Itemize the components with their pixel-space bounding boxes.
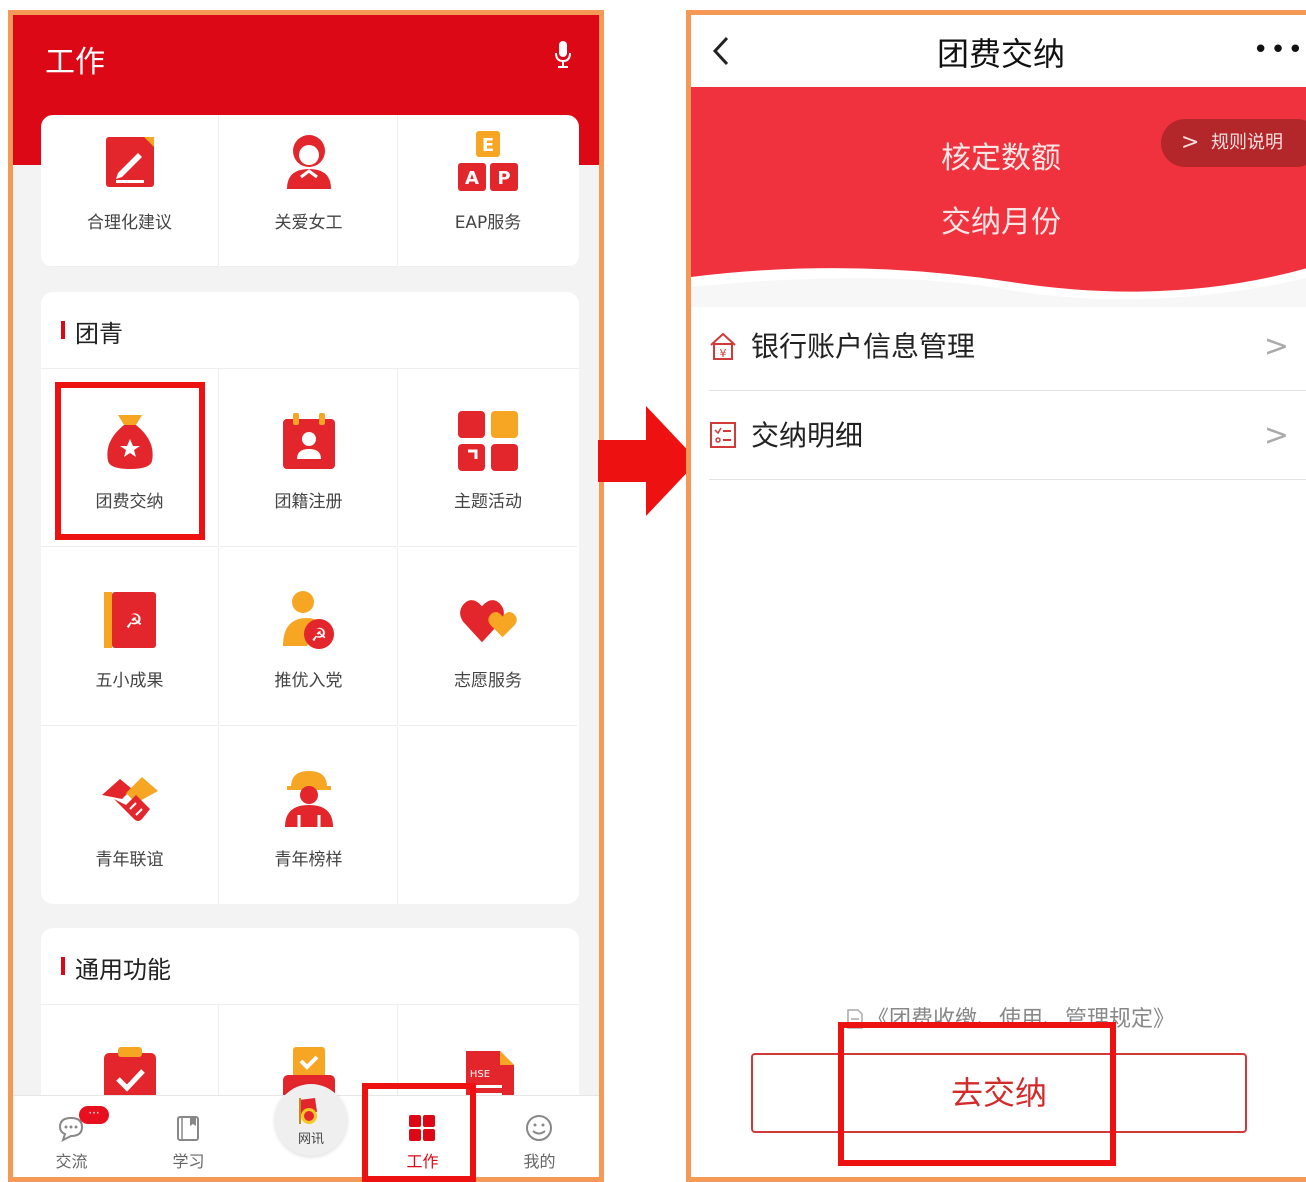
hse-text: HSE xyxy=(470,1069,490,1080)
eap-letter-a: A xyxy=(465,168,479,189)
list-icon xyxy=(710,422,736,448)
grid-item-label: 青年联谊 xyxy=(95,850,164,870)
bank-home-icon: ¥ xyxy=(710,332,736,360)
row-label: 银行账户信息管理 xyxy=(751,330,976,363)
party-person-icon: ☭ xyxy=(283,591,334,649)
payment-details-row[interactable]: 交纳明细 > xyxy=(709,392,1306,480)
more-options-icon[interactable]: ••• xyxy=(1253,35,1305,65)
section-title: 团青 xyxy=(61,314,123,349)
grid-item-volunteer[interactable]: 志愿服务 xyxy=(399,548,577,726)
left-phone-screen: 工作 合理化建议 关爱女工 E A P EAP服务 团青 团费交纳 团籍注册 主… xyxy=(8,10,604,1182)
grid-item-party-recommend[interactable]: ☭ 推优入党 xyxy=(220,548,398,726)
theme-grid-icon xyxy=(458,411,518,471)
grid-item-label: EAP服务 xyxy=(454,213,522,233)
grid-item-five-small[interactable]: ☭ 五小成果 xyxy=(41,548,219,726)
grid-item-youth-model[interactable]: 青年榜样 xyxy=(220,727,398,904)
eap-letter-e: E xyxy=(482,135,494,156)
grid-item-label: 主题活动 xyxy=(454,492,522,512)
highlight-work-tab xyxy=(362,1083,476,1182)
smile-icon xyxy=(526,1115,552,1141)
league-badge-icon xyxy=(299,1098,317,1124)
heart-icon xyxy=(460,600,517,643)
grid-item-label: 合理化建议 xyxy=(87,213,172,233)
woman-worker-icon xyxy=(287,135,331,189)
quick-services-card: 合理化建议 关爱女工 E A P EAP服务 xyxy=(41,115,579,267)
grid-item-label: 青年榜样 xyxy=(274,850,343,870)
grid-item-label: 关爱女工 xyxy=(274,213,343,233)
payment-month-label: 交纳月份 xyxy=(941,205,1061,240)
chevron-right-icon: > xyxy=(1263,418,1289,453)
bank-account-row[interactable]: ¥ 银行账户信息管理 > xyxy=(709,303,1306,391)
tab-label: 我的 xyxy=(523,1152,556,1171)
eap-icon: E A P xyxy=(458,131,518,191)
helmet-worker-icon xyxy=(285,771,333,827)
chevron-right-icon: > xyxy=(1181,130,1200,155)
eap-letter-p: P xyxy=(497,168,510,189)
page-title: 工作 xyxy=(45,45,105,80)
grid-item-label: 推优入党 xyxy=(274,671,343,691)
grid-item-suggestion[interactable]: 合理化建议 xyxy=(41,115,219,267)
tab-mine[interactable]: 我的 xyxy=(481,1096,598,1177)
rules-button[interactable]: > 规则说明 xyxy=(1161,119,1306,167)
highlight-pay-button xyxy=(838,1022,1116,1166)
svg-text:☭: ☭ xyxy=(125,609,143,633)
handshake-icon xyxy=(102,777,158,821)
calendar-person-icon xyxy=(283,413,335,469)
svg-text:☭: ☭ xyxy=(311,625,327,646)
tab-study[interactable]: 学习 xyxy=(130,1096,247,1177)
chevron-right-icon: > xyxy=(1263,329,1289,364)
grid-item-theme-activity[interactable]: 主题活动 xyxy=(399,369,577,547)
grid-item-checklist[interactable] xyxy=(41,1005,219,1108)
highlight-league-fee xyxy=(55,382,205,540)
book-icon xyxy=(177,1116,199,1141)
microphone-icon[interactable] xyxy=(555,41,571,69)
page-title: 团费交纳 xyxy=(936,35,1065,73)
right-arrow-icon xyxy=(598,406,698,516)
tab-label: 学习 xyxy=(172,1152,205,1171)
grid-item-youth-social[interactable]: 青年联谊 xyxy=(41,727,219,904)
bottom-tab-bar: ··· 交流 学习 网讯 工作 我的 xyxy=(13,1084,599,1177)
grid-item-care-women[interactable]: 关爱女工 xyxy=(220,115,398,267)
grid-item-label: 团籍注册 xyxy=(274,492,343,512)
rules-label: 规则说明 xyxy=(1211,132,1283,153)
grid-item-empty xyxy=(399,727,577,904)
row-label: 交纳明细 xyxy=(751,419,864,452)
svg-text:¥: ¥ xyxy=(720,347,727,360)
grid-item-registration[interactable]: 团籍注册 xyxy=(220,369,398,547)
grid-item-label: 志愿服务 xyxy=(454,671,522,691)
grid-item-eap[interactable]: E A P EAP服务 xyxy=(399,115,577,267)
general-functions-card: 通用功能 HSE xyxy=(41,928,579,1108)
grid-item-label: 五小成果 xyxy=(95,671,164,691)
nav-bar: 团费交纳 ••• xyxy=(691,15,1306,87)
tab-label: 网讯 xyxy=(297,1132,324,1147)
edit-icon xyxy=(106,137,154,187)
section-title: 通用功能 xyxy=(61,950,171,985)
banner-wave xyxy=(691,268,1306,307)
tab-chat[interactable]: ··· 交流 xyxy=(13,1096,130,1177)
tab-news[interactable]: 网讯 xyxy=(275,1084,347,1156)
chat-badge: ··· xyxy=(79,1106,109,1124)
tab-label: 交流 xyxy=(55,1152,88,1171)
fee-banner: 核定数额 交纳月份 > 规则说明 xyxy=(691,87,1306,307)
red-book-icon: ☭ xyxy=(104,592,156,648)
right-phone-screen: 团费交纳 ••• 核定数额 交纳月份 > 规则说明 ¥ 银行账户信息管理 > 交… xyxy=(686,10,1306,1182)
